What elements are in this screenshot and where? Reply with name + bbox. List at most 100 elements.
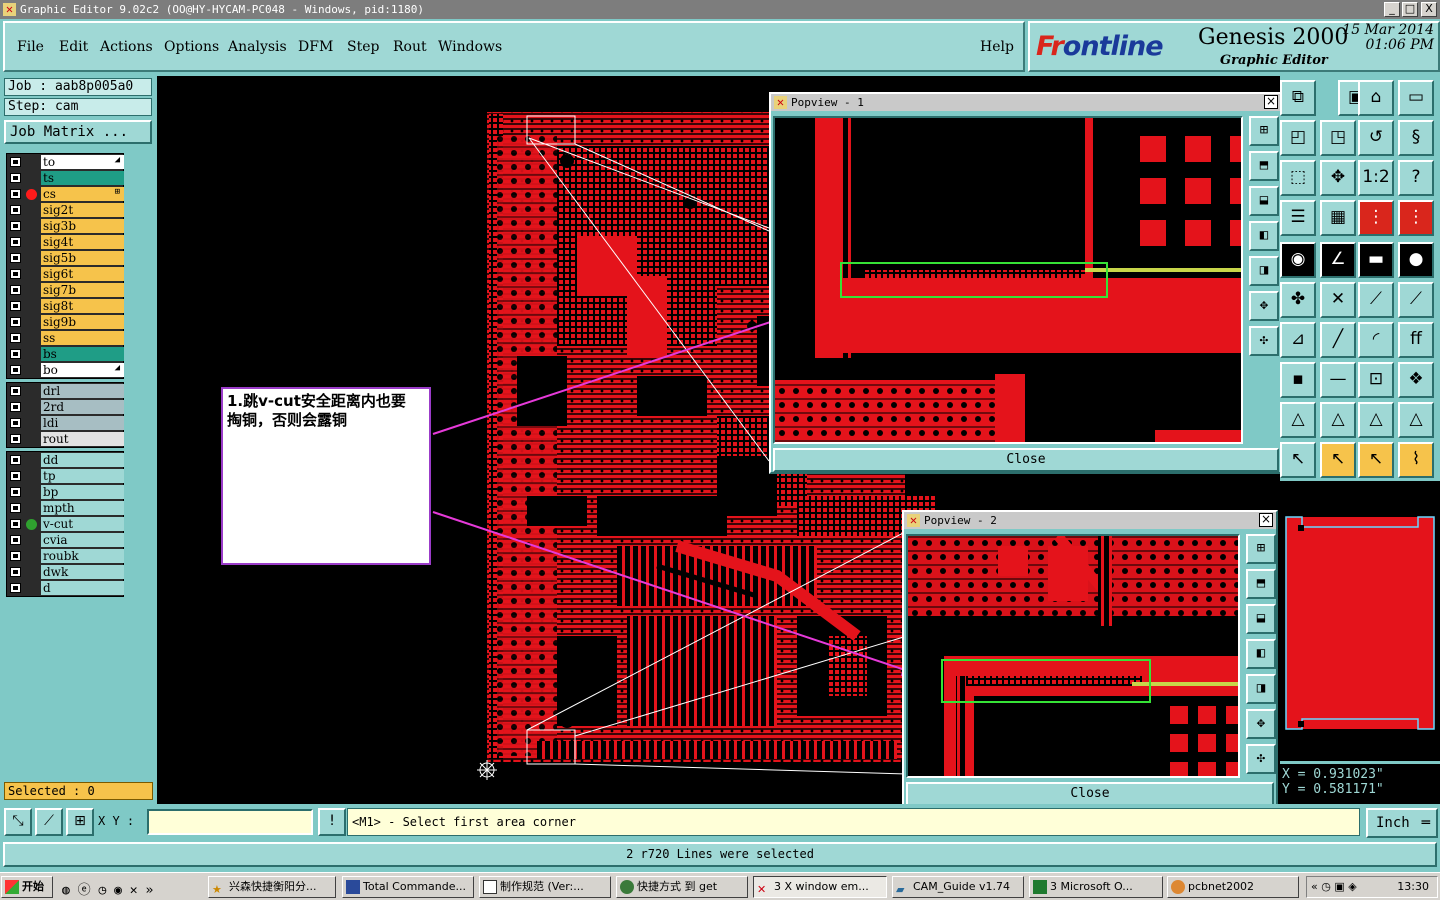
select-dot-icon[interactable]: ●	[1398, 242, 1434, 278]
layer-name[interactable]: sig8t	[41, 299, 124, 313]
layer-visibility-checkbox[interactable]	[10, 173, 21, 183]
quick-launch-icons[interactable]: ◍ ⓔ ◷ ◉ ✕ »	[62, 879, 153, 898]
triangle-2-icon[interactable]: △	[1320, 402, 1356, 438]
window-icon[interactable]: ◰	[1280, 120, 1316, 156]
layer-name[interactable]: bs	[41, 347, 124, 361]
layer-row-ldi[interactable]: ldi	[7, 415, 124, 431]
menu-rout[interactable]: Rout	[393, 39, 427, 55]
snap-red-2-icon[interactable]: ⋮	[1398, 200, 1434, 236]
menu-windows[interactable]: Windows	[438, 39, 502, 55]
layer-visibility-checkbox[interactable]	[10, 487, 21, 497]
layer-visibility-checkbox[interactable]	[10, 285, 21, 295]
layer-visibility-checkbox[interactable]	[10, 519, 21, 529]
taskbar-item-7[interactable]: 3 Microsoft O...	[1029, 876, 1163, 898]
layer-name[interactable]: sig6t	[41, 267, 124, 281]
popview-2-close-icon[interactable]: ×	[1259, 513, 1273, 527]
layer-row-to[interactable]: to ◢	[7, 154, 124, 170]
layer-visibility-checkbox[interactable]	[10, 567, 21, 577]
pan-right-icon[interactable]: ◨	[1246, 674, 1276, 704]
layer-visibility-checkbox[interactable]	[10, 434, 21, 444]
pad-red-icon[interactable]: ▪	[1280, 362, 1316, 398]
layer-row-bp[interactable]: bp	[7, 484, 124, 500]
layer-name[interactable]: drl	[41, 384, 124, 398]
menu-help[interactable]: Help	[980, 39, 1014, 55]
layer-row-bs[interactable]: bs	[7, 346, 124, 362]
layer-name[interactable]: bp	[41, 485, 124, 499]
snap-red-icon[interactable]: ⋮	[1358, 200, 1394, 236]
layer-name[interactable]: sig3b	[41, 219, 124, 233]
pointer-select-icon[interactable]: ↖	[1320, 442, 1356, 478]
layer-name[interactable]: bo	[41, 363, 124, 377]
close-window-button[interactable]: X	[1421, 2, 1437, 17]
pan-up-icon[interactable]: ⬒	[1249, 151, 1279, 181]
layer-name[interactable]: to	[41, 155, 124, 169]
pan-down-icon[interactable]: ⬓	[1249, 186, 1279, 216]
taskbar-item-8[interactable]: pcbnet2002	[1167, 876, 1299, 898]
menu-actions[interactable]: Actions	[100, 39, 153, 55]
menu-edit[interactable]: Edit	[59, 39, 88, 55]
snap-grid-icon[interactable]: ⊞	[66, 808, 94, 836]
layer-visibility-checkbox[interactable]	[10, 583, 21, 593]
popview-1-view[interactable]	[773, 116, 1243, 444]
layer-visibility-checkbox[interactable]	[10, 471, 21, 481]
pan-down-icon[interactable]: ⬓	[1246, 604, 1276, 634]
pan-left-icon[interactable]: ◧	[1246, 639, 1276, 669]
pointer-move-icon[interactable]: ↖	[1358, 442, 1394, 478]
layer-row-mpth[interactable]: mpth	[7, 500, 124, 516]
slope-icon[interactable]: ⊿	[1280, 322, 1316, 358]
layer-name[interactable]: ldi	[41, 416, 124, 430]
layer-row-sig2t[interactable]: sig2t	[7, 202, 124, 218]
layer-name[interactable]: sig5b	[41, 251, 124, 265]
layer-name[interactable]: roubk	[41, 549, 124, 563]
route-icon[interactable]: ⌇	[1398, 442, 1434, 478]
menu-dfm[interactable]: DFM	[298, 39, 333, 55]
menu-file[interactable]: File	[17, 39, 44, 55]
layer-visibility-checkbox[interactable]	[10, 301, 21, 311]
menu-options[interactable]: Options	[164, 39, 219, 55]
popview-2-close-button[interactable]: Close	[906, 782, 1274, 804]
layer-row-dd[interactable]: dd	[7, 452, 124, 468]
measure-icon[interactable]: ⊡	[1358, 362, 1394, 398]
layer-visibility-checkbox[interactable]	[10, 317, 21, 327]
layer-visibility-checkbox[interactable]	[10, 269, 21, 279]
cross-icon[interactable]: ✕	[1320, 282, 1356, 318]
menu-analysis[interactable]: Analysis	[228, 39, 287, 55]
menu-step[interactable]: Step	[347, 39, 379, 55]
layer-row-d[interactable]: d	[7, 580, 124, 596]
layer-visibility-checkbox[interactable]	[10, 455, 21, 465]
redraw-icon[interactable]: ↺	[1358, 120, 1394, 156]
layer-row-sig7b[interactable]: sig7b	[7, 282, 124, 298]
layer-name[interactable]: tp	[41, 469, 124, 483]
zoom-in-icon[interactable]: ✥	[1246, 709, 1276, 739]
layer-visibility-checkbox[interactable]	[10, 503, 21, 513]
layer-name[interactable]: v-cut	[41, 517, 124, 531]
layer-visibility-checkbox[interactable]	[10, 365, 21, 375]
layer-visibility-checkbox[interactable]	[10, 253, 21, 263]
zoom-out-icon[interactable]: ✣	[1249, 326, 1279, 356]
zoom-fit-icon[interactable]: ⊞	[1246, 534, 1276, 564]
taskbar-item-5[interactable]: ✕ 3 X window em...	[753, 876, 887, 898]
layer-row-sig3b[interactable]: sig3b	[7, 218, 124, 234]
layer-row-rout[interactable]: rout	[7, 431, 124, 447]
layer-name[interactable]: dwk	[41, 565, 124, 579]
layer-name[interactable]: ss	[41, 331, 124, 345]
fill-window-icon[interactable]: ⧉	[1280, 80, 1316, 116]
layer-visibility-checkbox[interactable]	[10, 349, 21, 359]
layer-visibility-checkbox[interactable]	[10, 402, 21, 412]
pan-icon[interactable]: ✥	[1320, 160, 1356, 196]
zoom-out-icon[interactable]: ✣	[1246, 744, 1276, 774]
connect-icon[interactable]: ✤	[1280, 282, 1316, 318]
layer-name[interactable]: d	[41, 581, 124, 595]
layer-row-dwk[interactable]: dwk	[7, 564, 124, 580]
frame-icon[interactable]: ▭	[1398, 80, 1434, 116]
units-selector[interactable]: Inch ═	[1366, 808, 1438, 838]
taskbar-item-6[interactable]: ▰ CAM_Guide v1.74	[892, 876, 1024, 898]
layer-visibility-checkbox[interactable]	[10, 205, 21, 215]
ruler-icon[interactable]: ▬	[1358, 242, 1394, 278]
layer-name[interactable]: cs	[41, 187, 124, 201]
layer-row-sig6t[interactable]: sig6t	[7, 266, 124, 282]
taskbar-item-3[interactable]: 制作规范 (Ver:...	[479, 876, 611, 898]
layer-row-bo[interactable]: bo ◢	[7, 362, 124, 378]
group-icon[interactable]: ❖	[1398, 362, 1434, 398]
layer-row-sig5b[interactable]: sig5b	[7, 250, 124, 266]
